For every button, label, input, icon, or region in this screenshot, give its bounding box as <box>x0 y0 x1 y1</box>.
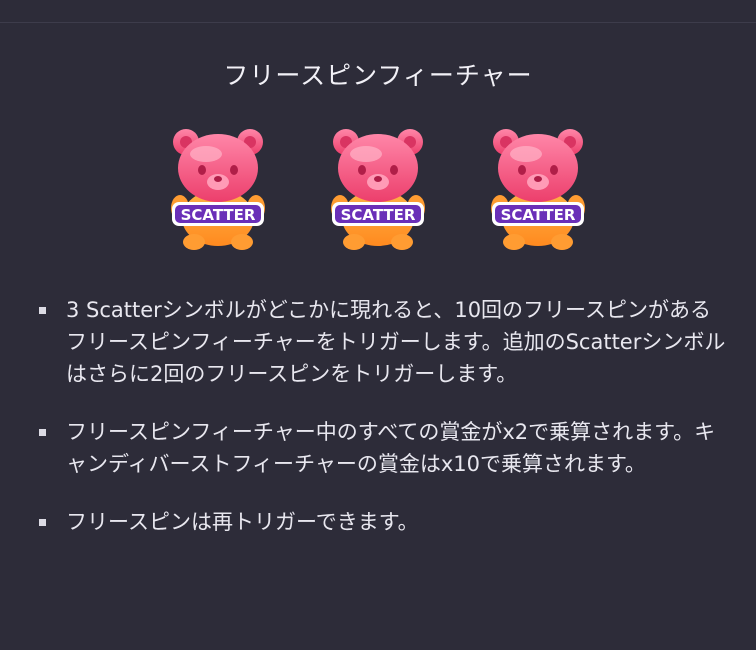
scatter-label: SCATTER <box>181 206 256 224</box>
rule-text: 3 Scatterシンボルがどこかに現れると、10回のフリースピンがあるフリース… <box>66 298 726 386</box>
gummy-bear-icon: SCATTER <box>491 129 585 250</box>
scatter-symbols: SCATTER SCATTER SCATTER <box>168 126 588 251</box>
rule-item: フリースピンは再トリガーできます。 <box>36 506 726 538</box>
scatter-label: SCATTER <box>341 206 416 224</box>
rule-text: フリースピンは再トリガーできます。 <box>66 510 419 534</box>
gummy-bear-icon: SCATTER <box>171 129 265 250</box>
scatter-symbol: SCATTER <box>328 126 428 251</box>
top-divider <box>0 22 756 23</box>
rule-text: フリースピンフィーチャー中のすべての賞金がx2で乗算されます。キャンディバースト… <box>66 420 716 476</box>
rule-item: 3 Scatterシンボルがどこかに現れると、10回のフリースピンがあるフリース… <box>36 294 726 390</box>
gummy-bear-icon: SCATTER <box>331 129 425 250</box>
rules-list: 3 Scatterシンボルがどこかに現れると、10回のフリースピンがあるフリース… <box>36 294 726 564</box>
bullet-icon <box>39 307 46 314</box>
scatter-symbol: SCATTER <box>168 126 268 251</box>
rule-item: フリースピンフィーチャー中のすべての賞金がx2で乗算されます。キャンディバースト… <box>36 416 726 480</box>
bullet-icon <box>39 519 46 526</box>
scatter-label: SCATTER <box>501 206 576 224</box>
scatter-symbol: SCATTER <box>488 126 588 251</box>
bullet-icon <box>39 429 46 436</box>
feature-title: フリースピンフィーチャー <box>223 61 533 90</box>
